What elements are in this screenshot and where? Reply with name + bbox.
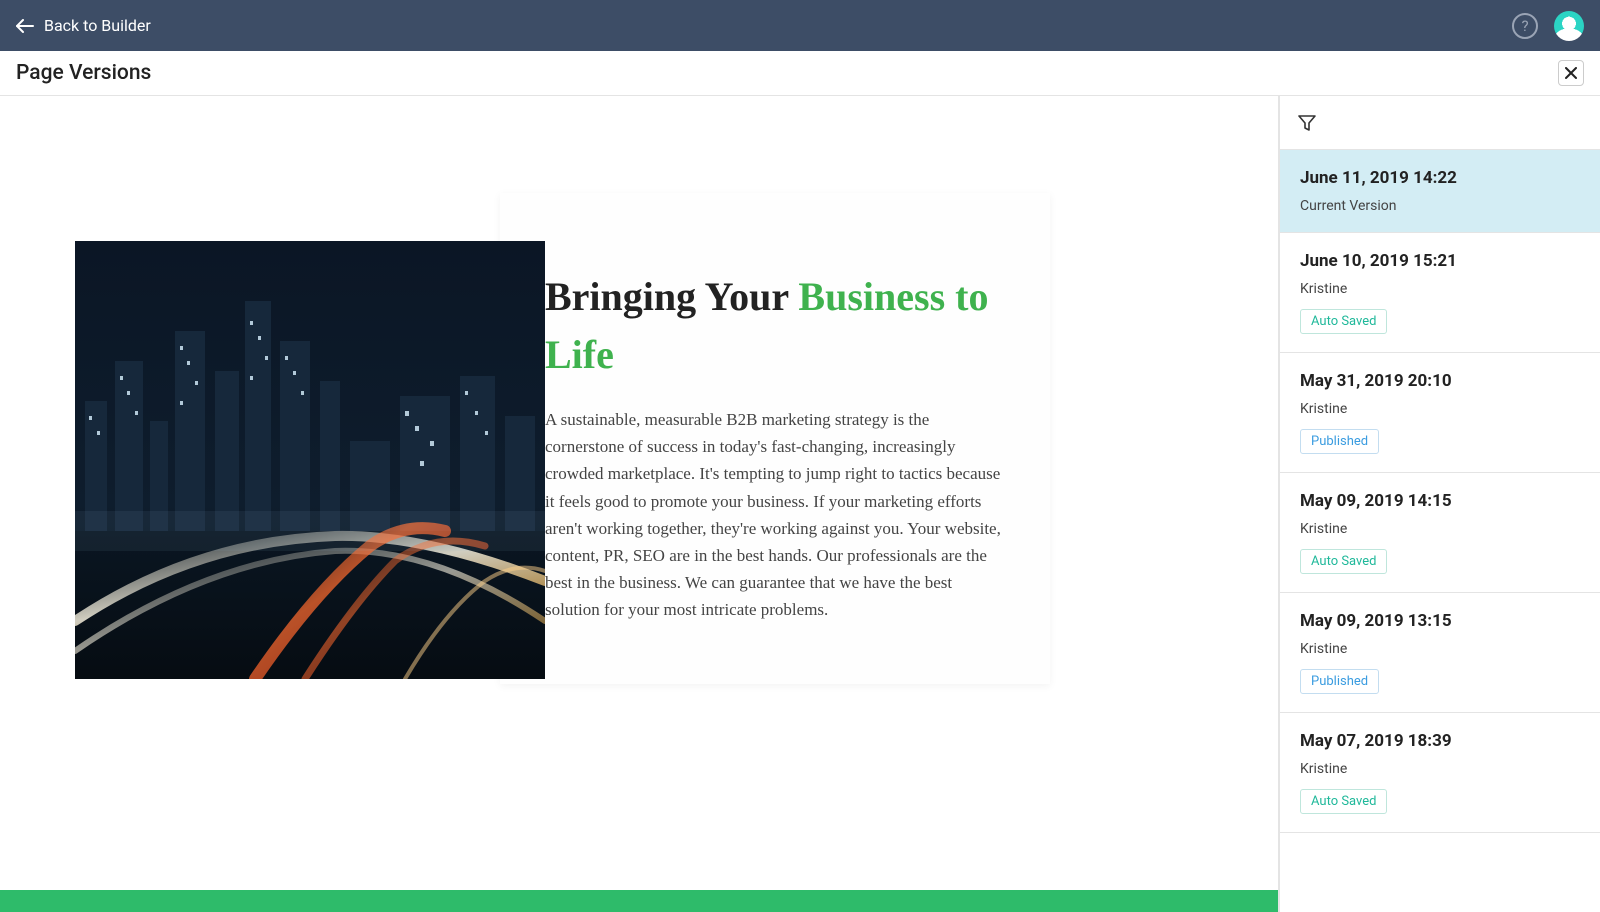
page-preview: Bringing Your Business to Life A sustain…: [0, 96, 1279, 912]
back-label: Back to Builder: [44, 16, 151, 35]
heading-part1: Bringing Your: [545, 274, 798, 319]
version-badge: Auto Saved: [1300, 789, 1387, 814]
versions-list: June 11, 2019 14:22Current VersionJune 1…: [1280, 150, 1600, 833]
version-date: June 11, 2019 14:22: [1300, 168, 1580, 188]
version-meta: Kristine: [1300, 521, 1580, 537]
version-badge: Published: [1300, 669, 1379, 694]
close-icon: [1565, 67, 1577, 79]
version-date: May 31, 2019 20:10: [1300, 371, 1580, 391]
version-badge: Auto Saved: [1300, 549, 1387, 574]
version-meta: Kristine: [1300, 281, 1580, 297]
card-heading: Bringing Your Business to Life: [545, 268, 1005, 384]
avatar[interactable]: [1554, 11, 1584, 41]
back-to-builder-link[interactable]: Back to Builder: [16, 16, 151, 35]
sidebar-toolbar: [1280, 96, 1600, 150]
version-meta: Current Version: [1300, 198, 1580, 214]
version-item[interactable]: May 09, 2019 13:15 Kristine Published: [1280, 593, 1600, 713]
version-item[interactable]: June 10, 2019 15:21 Kristine Auto Saved: [1280, 233, 1600, 353]
version-item[interactable]: May 09, 2019 14:15 Kristine Auto Saved: [1280, 473, 1600, 593]
top-bar: Back to Builder ?: [0, 0, 1600, 51]
top-right-controls: ?: [1512, 11, 1584, 41]
versions-sidebar: June 11, 2019 14:22Current VersionJune 1…: [1279, 96, 1600, 912]
version-badge: Published: [1300, 429, 1379, 454]
version-item[interactable]: May 07, 2019 18:39 Kristine Auto Saved: [1280, 713, 1600, 833]
version-item[interactable]: May 31, 2019 20:10 Kristine Published: [1280, 353, 1600, 473]
preview-footer-bar: [0, 890, 1278, 912]
sub-header: Page Versions: [0, 51, 1600, 96]
content-card: Bringing Your Business to Life A sustain…: [500, 193, 1050, 684]
version-meta: Kristine: [1300, 401, 1580, 417]
version-meta: Kristine: [1300, 641, 1580, 657]
page-title: Page Versions: [16, 61, 151, 85]
version-meta: Kristine: [1300, 761, 1580, 777]
version-date: May 07, 2019 18:39: [1300, 731, 1580, 751]
help-icon[interactable]: ?: [1512, 13, 1538, 39]
version-date: June 10, 2019 15:21: [1300, 251, 1580, 271]
version-date: May 09, 2019 14:15: [1300, 491, 1580, 511]
filter-icon[interactable]: [1298, 114, 1316, 132]
main-area: Bringing Your Business to Life A sustain…: [0, 96, 1600, 912]
card-body: A sustainable, measurable B2B marketing …: [545, 406, 1005, 624]
hero-image: [75, 241, 545, 679]
version-badge: Auto Saved: [1300, 309, 1387, 334]
arrow-left-icon: [16, 19, 34, 33]
version-date: May 09, 2019 13:15: [1300, 611, 1580, 631]
version-item[interactable]: June 11, 2019 14:22 Current Version: [1280, 150, 1600, 233]
close-button[interactable]: [1558, 60, 1584, 86]
